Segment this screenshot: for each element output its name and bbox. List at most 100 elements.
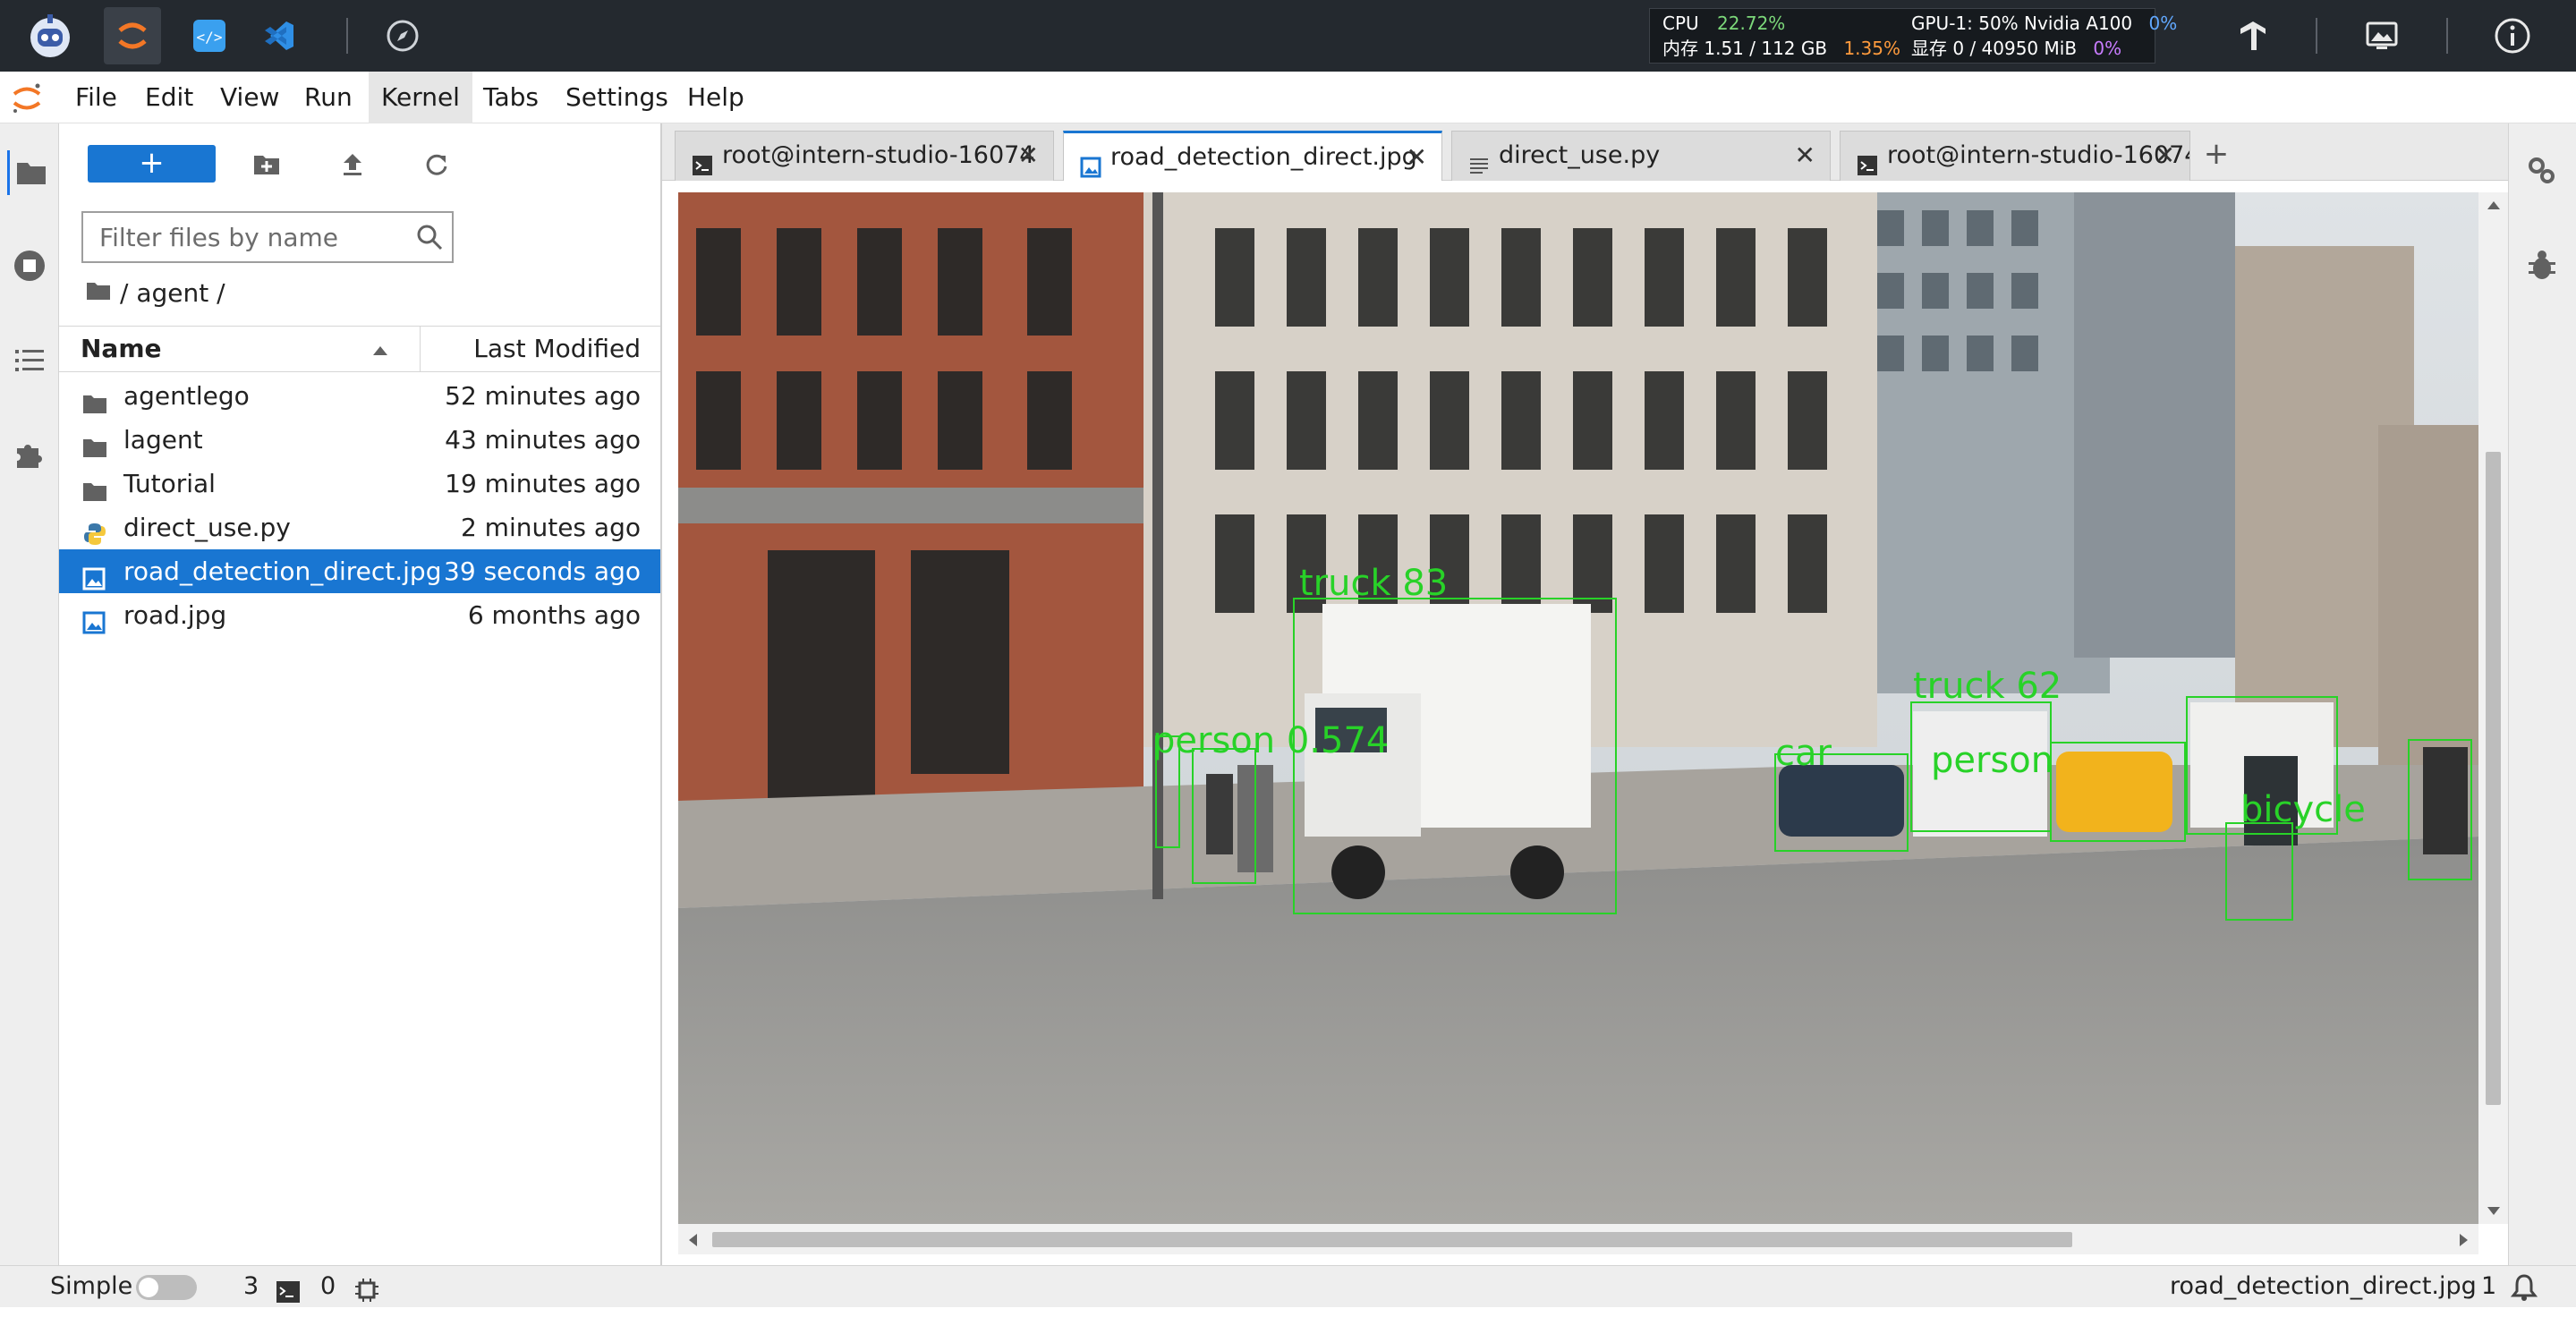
filter-input[interactable]	[83, 213, 387, 261]
scroll-right-icon[interactable]	[2459, 1233, 2470, 1247]
menu-tabs[interactable]: Tabs	[471, 72, 551, 123]
close-icon[interactable]: ✕	[2155, 132, 2175, 180]
vertical-scrollbar[interactable]	[2478, 192, 2508, 1224]
terminal-icon	[692, 145, 713, 181]
image-icon	[1080, 147, 1101, 182]
info-icon[interactable]	[2487, 11, 2538, 61]
column-divider[interactable]	[420, 327, 421, 371]
file-browser-icon[interactable]	[7, 150, 52, 195]
column-name[interactable]: Name	[81, 327, 162, 371]
python-file-icon	[82, 516, 107, 545]
file-row-direct-use-py[interactable]: direct_use.py 2 minutes ago	[59, 506, 660, 549]
notification-count[interactable]: 1	[2481, 1266, 2496, 1307]
filter-box	[81, 211, 454, 263]
breadcrumb: / agent /	[86, 276, 225, 311]
close-icon[interactable]: ✕	[1407, 133, 1427, 182]
menu-run[interactable]: Run	[292, 72, 365, 123]
kernel-status-icon[interactable]	[354, 1275, 379, 1316]
file-name: Tutorial	[123, 469, 216, 498]
label-car: car	[1775, 733, 1832, 774]
simple-mode-label: Simple	[50, 1272, 133, 1300]
left-sidebar	[0, 123, 59, 1265]
terminal-status-icon[interactable]	[276, 1276, 301, 1317]
image-viewer: truck 83 person 0.574 truck 62 car perso…	[662, 181, 2508, 1265]
label-person-0574: person 0.574	[1152, 720, 1389, 761]
table-of-contents-icon[interactable]	[7, 338, 52, 383]
status-filename: road_detection_direct.jpg	[2170, 1272, 2477, 1300]
horizontal-scrollbar[interactable]	[678, 1224, 2478, 1254]
tensorboard-icon[interactable]	[2228, 11, 2278, 61]
menu-view[interactable]: View	[208, 72, 292, 123]
property-inspector-icon[interactable]	[2520, 149, 2564, 193]
menu-kernel[interactable]: Kernel	[369, 72, 472, 123]
divider	[2446, 18, 2448, 54]
file-row-road-detection-direct-jpg[interactable]: road_detection_direct.jpg 39 seconds ago	[59, 549, 660, 593]
debugger-icon[interactable]	[2520, 243, 2564, 288]
file-name: road_detection_direct.jpg	[123, 557, 442, 586]
sort-ascending-icon	[372, 343, 388, 360]
refresh-icon[interactable]	[417, 145, 456, 184]
status-bar: Simple 3 0 road_detection_direct.jpg 1	[0, 1265, 2576, 1307]
tab-label: direct_use.py	[1499, 141, 1661, 169]
text-file-icon	[1468, 145, 1490, 181]
extensions-icon[interactable]	[7, 433, 52, 478]
menu-help[interactable]: Help	[675, 72, 757, 123]
bell-icon[interactable]	[2510, 1273, 2538, 1315]
scroll-left-icon[interactable]	[687, 1233, 698, 1247]
simple-mode-toggle[interactable]	[136, 1275, 197, 1300]
jupyter-icon[interactable]	[104, 7, 161, 64]
cpu-label: CPU	[1662, 13, 1699, 34]
breadcrumb-path[interactable]: / agent /	[120, 276, 225, 311]
home-folder-icon[interactable]	[86, 276, 111, 311]
desktop-icon[interactable]	[2357, 11, 2407, 61]
tab-road-detection-direct-jpg[interactable]: road_detection_direct.jpg ✕	[1063, 131, 1442, 182]
horizontal-scroll-thumb[interactable]	[712, 1232, 2072, 1247]
label-person: person	[1931, 740, 2053, 781]
menu-file[interactable]: File	[63, 72, 130, 123]
jupyterlab-logo-icon	[11, 82, 43, 118]
add-tab-button[interactable]: +	[2197, 134, 2236, 174]
file-row-tutorial[interactable]: Tutorial 19 minutes ago	[59, 462, 660, 506]
vscode-icon[interactable]	[254, 11, 304, 61]
tab-label: root@intern-studio-16074	[722, 141, 1035, 169]
folder-icon	[82, 385, 107, 413]
resource-monitor: CPU 22.72% 内存 1.51 / 112 GB 1.35% GPU-1:…	[1649, 8, 2177, 64]
file-row-road-jpg[interactable]: road.jpg 6 months ago	[59, 593, 660, 637]
file-name: agentlego	[123, 381, 250, 411]
running-sessions-icon[interactable]	[7, 243, 52, 288]
file-row-lagent[interactable]: lagent 43 minutes ago	[59, 418, 660, 462]
vertical-scroll-thumb[interactable]	[2486, 452, 2501, 1105]
folder-icon	[82, 472, 107, 501]
tab-label: root@intern-studio-16074	[1887, 141, 2190, 169]
tab-label: road_detection_direct.jpg	[1110, 143, 1417, 171]
compass-icon[interactable]	[378, 11, 428, 61]
terminal-count[interactable]: 3	[243, 1266, 259, 1307]
top-bar: </> CPU 22.72% 内存 1.51 / 112 GB 1.35% GP…	[0, 0, 2576, 72]
menu-settings[interactable]: Settings	[553, 72, 681, 123]
robot-logo-icon[interactable]	[25, 11, 75, 61]
new-launcher-button[interactable]: +	[88, 145, 216, 183]
tab-terminal-1[interactable]: root@intern-studio-16074 ✕	[675, 131, 1054, 181]
file-row-agentlego[interactable]: agentlego 52 minutes ago	[59, 374, 660, 418]
toggle-knob	[139, 1278, 158, 1297]
search-icon	[416, 224, 443, 254]
menu-bar: File Edit View Run Kernel Tabs Settings …	[0, 72, 2576, 123]
upload-icon[interactable]	[333, 145, 372, 184]
file-modified: 39 seconds ago	[444, 557, 641, 586]
file-modified: 52 minutes ago	[445, 381, 641, 411]
file-list-header: Name Last Modified	[59, 326, 660, 372]
kernel-count[interactable]: 0	[320, 1266, 336, 1307]
column-last-modified[interactable]: Last Modified	[473, 327, 641, 371]
close-icon[interactable]: ✕	[1795, 132, 1815, 180]
gpu-label: GPU-1: 50% Nvidia A100	[1911, 13, 2133, 34]
scroll-up-icon[interactable]	[2487, 200, 2501, 210]
memory-label: 内存 1.51 / 112 GB	[1662, 38, 1828, 59]
menu-edit[interactable]: Edit	[132, 72, 206, 123]
close-icon[interactable]: ✕	[1018, 132, 1039, 180]
new-folder-icon[interactable]	[247, 145, 286, 184]
tab-terminal-2[interactable]: root@intern-studio-16074 ✕	[1840, 131, 2190, 181]
scroll-down-icon[interactable]	[2487, 1206, 2501, 1217]
file-modified: 6 months ago	[467, 600, 641, 630]
tab-direct-use-py[interactable]: direct_use.py ✕	[1451, 131, 1831, 181]
code-server-icon[interactable]: </>	[184, 11, 234, 61]
